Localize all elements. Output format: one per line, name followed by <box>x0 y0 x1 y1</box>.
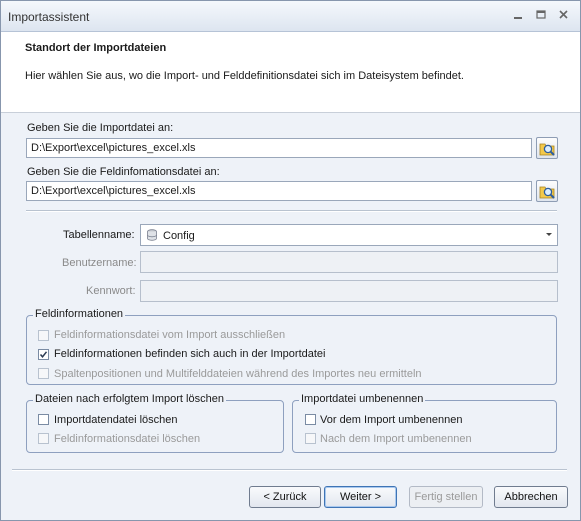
close-icon[interactable] <box>555 7 573 23</box>
cancel-button[interactable]: Abbrechen <box>494 486 568 508</box>
table-name-select[interactable]: Config <box>140 224 558 246</box>
minimize-icon[interactable] <box>509 7 527 23</box>
exclude-field-info-checkbox[interactable] <box>38 330 49 341</box>
password-input[interactable] <box>140 280 558 302</box>
delete-import-data-checkbox[interactable] <box>38 414 49 425</box>
page-title: Standort der Importdateien <box>25 42 167 54</box>
back-button[interactable]: < Zurück <box>249 486 321 508</box>
import-file-label: Geben Sie die Importdatei an: <box>27 122 174 134</box>
database-icon <box>147 229 157 241</box>
rename-after-import-checkbox[interactable] <box>305 433 316 444</box>
rename-after-import-label: Nach dem Import umbenennen <box>320 433 472 445</box>
field-info-legend: Feldinformationen <box>33 308 126 320</box>
rename-import-legend: Importdatei umbenennen <box>299 393 426 405</box>
field-def-file-label: Geben Sie die Feldinfomationsdatei an: <box>27 166 220 178</box>
maximize-icon[interactable] <box>532 7 550 23</box>
checkmark-icon <box>39 351 48 358</box>
window-title: Importassistent <box>8 10 90 24</box>
delete-after-import-group <box>26 400 284 453</box>
recalc-columns-checkbox[interactable] <box>38 368 49 379</box>
recalc-columns-label: Spaltenpositionen und Multifelddateien w… <box>54 368 422 380</box>
page-description: Hier wählen Sie aus, wo die Import- und … <box>25 70 464 82</box>
field-def-file-input[interactable]: D:\Export\excel\pictures_excel.xls <box>26 181 532 201</box>
rename-import-group <box>292 400 557 453</box>
import-file-input[interactable]: D:\Export\excel\pictures_excel.xls <box>26 138 532 158</box>
delete-field-info-checkbox[interactable] <box>38 433 49 444</box>
username-input[interactable] <box>140 251 558 273</box>
next-button[interactable]: Weiter > <box>324 486 397 508</box>
finish-button[interactable]: Fertig stellen <box>409 486 483 508</box>
rename-before-import-checkbox[interactable] <box>305 414 316 425</box>
folder-search-icon <box>539 143 555 156</box>
table-name-value: Config <box>163 230 195 242</box>
username-label: Benutzername: <box>62 257 137 269</box>
divider <box>12 469 567 471</box>
divider <box>26 210 557 212</box>
field-info-in-import-label: Feldinformationen befinden sich auch in … <box>54 348 326 360</box>
password-label: Kennwort: <box>86 285 136 297</box>
rename-before-import-label: Vor dem Import umbenennen <box>320 414 463 426</box>
field-info-in-import-checkbox[interactable] <box>38 349 49 360</box>
delete-field-info-label: Feldinformationsdatei löschen <box>54 433 201 445</box>
delete-after-import-legend: Dateien nach erfolgtem Import löschen <box>33 393 226 405</box>
exclude-field-info-label: Feldinformationsdatei vom Import ausschl… <box>54 329 286 341</box>
folder-search-icon <box>539 186 555 199</box>
import-file-browse-button[interactable] <box>536 137 558 159</box>
title-bar[interactable]: Importassistent <box>1 1 580 32</box>
chevron-down-icon <box>546 233 552 236</box>
field-def-file-browse-button[interactable] <box>536 180 558 202</box>
table-name-label: Tabellenname: <box>63 229 135 241</box>
delete-import-data-label: Importdatendatei löschen <box>54 414 178 426</box>
wizard-header: Standort der Importdateien Hier wählen S… <box>1 32 580 113</box>
